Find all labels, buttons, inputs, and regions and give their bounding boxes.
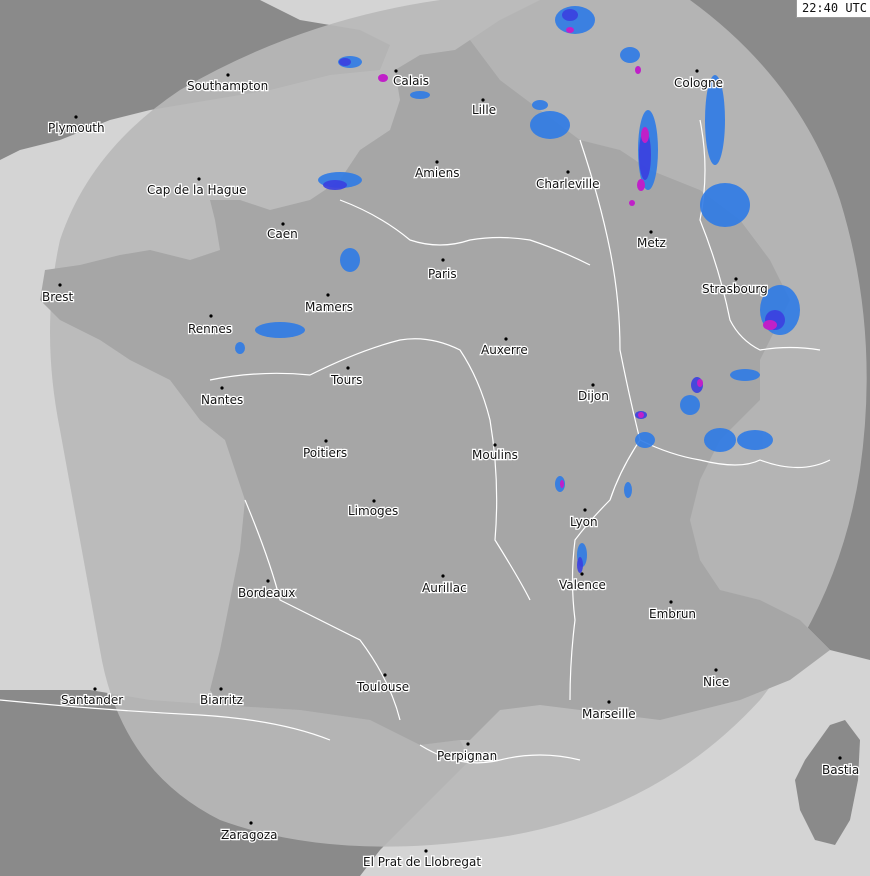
- city-label: Bordeaux: [238, 586, 295, 600]
- city-label: Southampton: [187, 79, 268, 93]
- city-label: Nantes: [201, 393, 243, 407]
- city-label: Lyon: [570, 515, 598, 529]
- city-label: Strasbourg: [702, 282, 768, 296]
- city-label: Marseille: [582, 707, 636, 721]
- city-label: Paris: [428, 267, 457, 281]
- timestamp-label: 22:40 UTC: [795, 0, 870, 18]
- city-label: Cologne: [674, 76, 723, 90]
- city-label: Rennes: [188, 322, 232, 336]
- map-canvas: Southampton Plymouth Calais Lille Cologn…: [0, 0, 870, 876]
- city-label: Limoges: [348, 504, 398, 518]
- city-label: Moulins: [472, 448, 518, 462]
- city-label: Aurillac: [422, 581, 467, 595]
- city-label: Amiens: [415, 166, 459, 180]
- city-label: Calais: [393, 74, 429, 88]
- city-label: Plymouth: [48, 121, 105, 135]
- city-label: Brest: [42, 290, 74, 304]
- city-label: Biarritz: [200, 693, 243, 707]
- city-label: Charleville: [536, 177, 599, 191]
- city-label: Nice: [703, 675, 729, 689]
- city-label: Valence: [559, 578, 606, 592]
- city-label: Toulouse: [356, 680, 409, 694]
- city-label: Santander: [61, 693, 123, 707]
- city-label: Dijon: [578, 389, 609, 403]
- city-label: Bastia: [822, 763, 859, 777]
- radar-map: Southampton Plymouth Calais Lille Cologn…: [0, 0, 870, 876]
- city-label: Cap de la Hague: [147, 183, 246, 197]
- city-label: Embrun: [649, 607, 696, 621]
- city-label: Caen: [267, 227, 298, 241]
- city-label: Tours: [330, 373, 362, 387]
- city-label: Poitiers: [303, 446, 347, 460]
- city-label: Perpignan: [437, 749, 497, 763]
- city-label: Metz: [637, 236, 666, 250]
- city-label: Mamers: [305, 300, 353, 314]
- city-label: El Prat de Llobregat: [363, 855, 481, 869]
- city-label: Zaragoza: [221, 828, 277, 842]
- city-label: Auxerre: [481, 343, 528, 357]
- city-label: Lille: [472, 103, 496, 117]
